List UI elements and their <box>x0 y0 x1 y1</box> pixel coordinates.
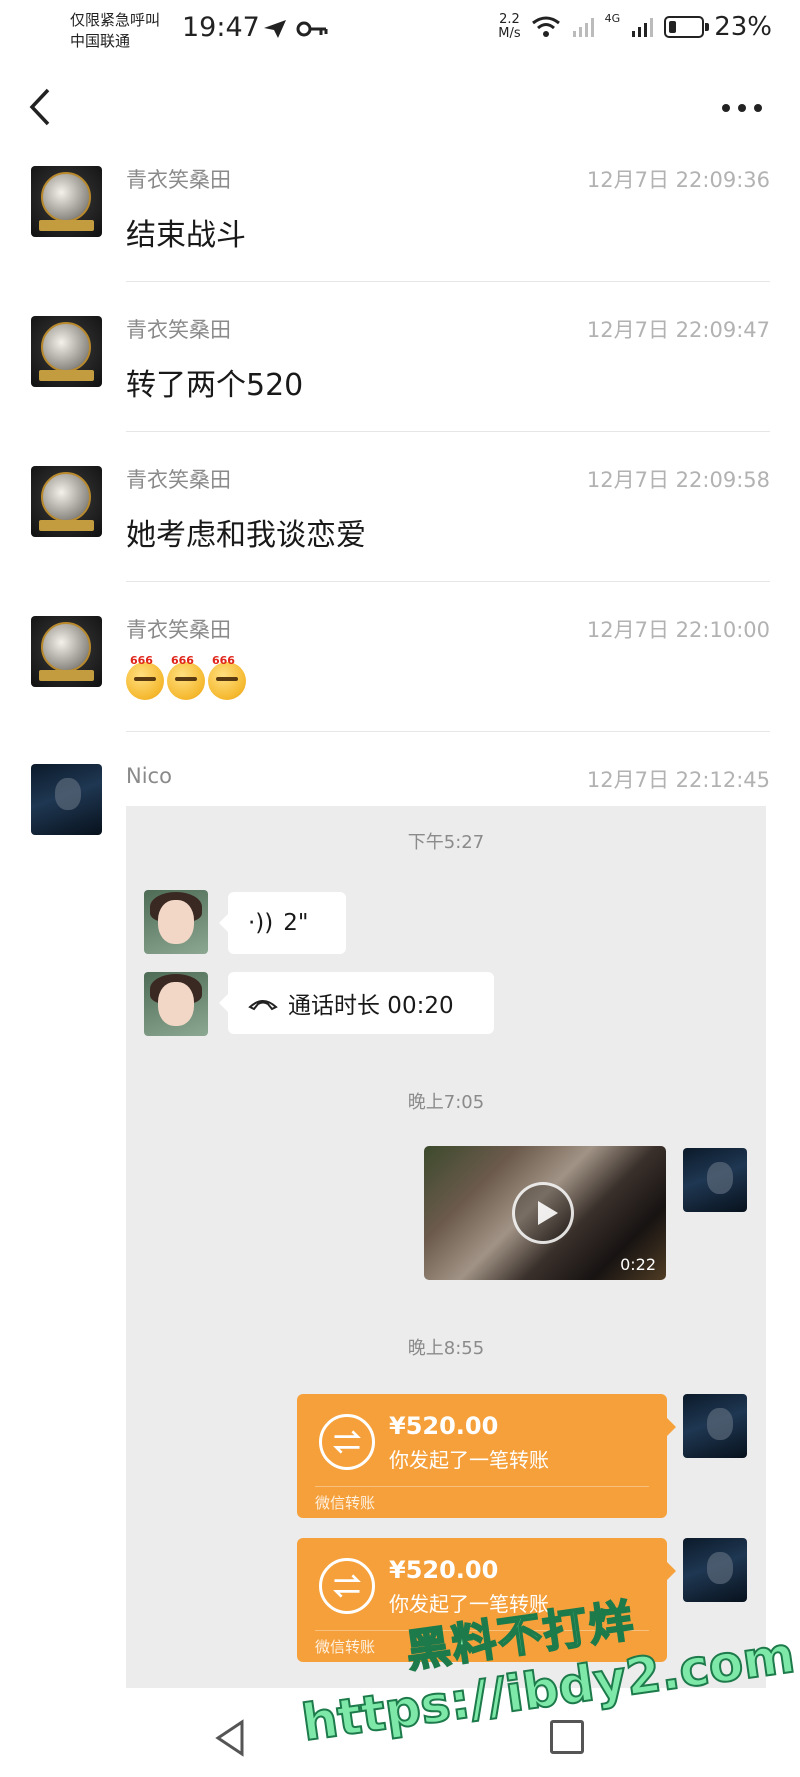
video-message: 0:22 <box>424 1146 666 1280</box>
emoji-666-icon: 666 <box>167 654 205 700</box>
status-bar: 仅限紧急呼叫 中国联通 19:47 2.2 M/s 4G 23% <box>0 0 800 62</box>
embedded-time: 晚上8:55 <box>407 1338 485 1359</box>
battery-icon <box>664 16 710 38</box>
message-time: 12月7日 22:09:58 <box>586 468 770 492</box>
message-text: 转了两个520 <box>126 368 304 403</box>
trophy-avatar[interactable] <box>31 616 102 687</box>
emoji-label: 666 <box>171 654 194 667</box>
transfer-arrows-icon <box>319 1414 375 1470</box>
embedded-time: 晚上7:05 <box>407 1092 485 1113</box>
carrier-line-1: 仅限紧急呼叫 <box>70 11 161 29</box>
phone-hangup-icon <box>248 1000 278 1011</box>
chat-history-header <box>0 62 800 152</box>
wifi-icon <box>531 16 560 37</box>
dark-avatar <box>683 1394 747 1458</box>
voice-duration: 2" <box>283 910 309 936</box>
divider <box>126 731 770 732</box>
message-time: 12月7日 22:10:00 <box>586 618 770 642</box>
carrier-line-2: 中国联通 <box>70 32 131 50</box>
status-icons: 2.2 M/s 4G 23% <box>498 12 772 42</box>
voice-wave-icon: ·)) <box>248 910 274 936</box>
network-type: 4G <box>604 12 621 25</box>
message-time: 12月7日 22:12:45 <box>586 768 770 792</box>
sender-name: 青衣笑桑田 <box>126 618 231 642</box>
sender-name: 青衣笑桑田 <box>126 318 231 342</box>
video-duration: 0:22 <box>620 1255 656 1274</box>
girl-avatar <box>144 890 208 954</box>
divider <box>126 431 770 432</box>
emoji-label: 666 <box>130 654 153 667</box>
call-duration-text: 通话时长 00:20 <box>288 993 454 1019</box>
dark-avatar[interactable] <box>31 764 102 835</box>
divider <box>315 1486 649 1487</box>
transfer-amount: ¥520.00 <box>389 1412 499 1440</box>
key-icon <box>296 21 328 37</box>
net-speed: 2.2 M/s <box>498 13 520 41</box>
transfer-card: ¥520.00 你发起了一笔转账 微信转账 <box>297 1394 676 1518</box>
signal-empty-icon <box>572 18 594 37</box>
emoji-row: 666 666 666 <box>126 654 249 700</box>
play-icon <box>512 1182 574 1244</box>
divider <box>126 281 770 282</box>
send-arrow-icon <box>264 20 286 38</box>
carrier-info: 仅限紧急呼叫 中国联通 <box>70 10 160 52</box>
dark-avatar <box>683 1538 747 1602</box>
transfer-footer: 微信转账 <box>315 1494 376 1512</box>
trophy-avatar[interactable] <box>31 166 102 237</box>
transfer-amount: ¥520.00 <box>389 1556 499 1584</box>
embedded-time: 下午5:27 <box>407 832 485 853</box>
divider <box>126 581 770 582</box>
message-text: 结束战斗 <box>126 218 246 253</box>
transfer-footer: 微信转账 <box>315 1638 376 1656</box>
message-time: 12月7日 22:09:36 <box>586 168 770 192</box>
triangle-back-icon[interactable] <box>212 1718 248 1758</box>
sender-name: 青衣笑桑田 <box>126 468 231 492</box>
battery-percent: 23% <box>714 12 772 42</box>
trophy-avatar[interactable] <box>31 466 102 537</box>
emoji-666-icon: 666 <box>208 654 246 700</box>
square-recent-icon[interactable] <box>550 1720 584 1754</box>
message-time: 12月7日 22:09:47 <box>586 318 770 342</box>
dark-avatar <box>683 1148 747 1212</box>
call-bubble: 通话时长 00:20 <box>219 972 494 1034</box>
sender-name: 青衣笑桑田 <box>126 168 231 192</box>
message-text: 她考虑和我谈恋爱 <box>126 518 366 553</box>
signal-icon <box>632 18 654 37</box>
sender-name: Nico <box>126 764 172 788</box>
net-speed-unit: M/s <box>498 26 521 41</box>
transfer-desc: 你发起了一笔转账 <box>389 1448 549 1472</box>
back-button[interactable] <box>22 84 62 130</box>
trophy-avatar[interactable] <box>31 316 102 387</box>
emoji-label: 666 <box>212 654 235 667</box>
status-time: 19:47 <box>182 12 260 43</box>
more-button[interactable] <box>718 96 766 120</box>
battery-fill <box>669 21 677 33</box>
net-speed-value: 2.2 <box>499 12 520 27</box>
transfer-arrows-icon <box>319 1558 375 1614</box>
chat-screenshot-image[interactable]: 下午5:27 ·)) 2" 通话时长 00:20 晚上7:05 0:22 晚上8… <box>126 806 766 1688</box>
girl-avatar <box>144 972 208 1036</box>
voice-bubble: ·)) 2" <box>219 892 346 954</box>
emoji-666-icon: 666 <box>126 654 164 700</box>
